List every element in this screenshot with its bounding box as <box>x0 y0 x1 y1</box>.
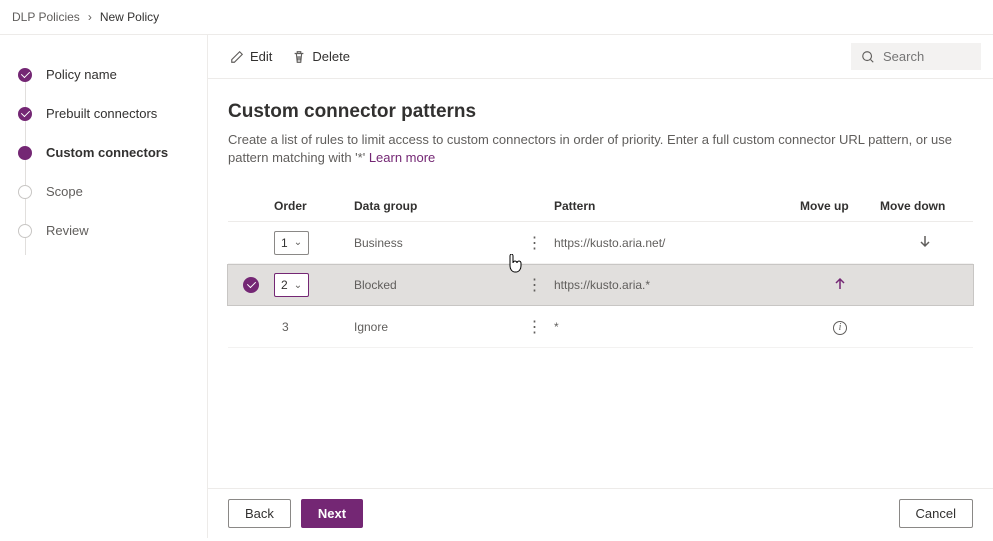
move-up-button[interactable] <box>800 276 880 295</box>
nav-step-label: Review <box>46 223 89 238</box>
delete-label: Delete <box>312 49 350 64</box>
edit-label: Edit <box>250 49 272 64</box>
breadcrumb-current: New Policy <box>100 10 159 24</box>
nav-step-label: Policy name <box>46 67 117 82</box>
edit-icon <box>230 50 244 64</box>
next-button[interactable]: Next <box>301 499 363 528</box>
check-icon <box>18 68 32 82</box>
order-dropdown[interactable]: 2 ⌄ <box>274 273 309 297</box>
nav-step-scope[interactable]: Scope <box>12 172 199 211</box>
table-row[interactable]: 3 Ignore ⋮ * i <box>228 306 973 348</box>
more-options-button[interactable]: ⋮ <box>514 275 554 295</box>
table-row[interactable]: 2 ⌄ Blocked ⋮ https://kusto.aria.* <box>227 264 974 306</box>
pending-step-icon <box>18 224 32 238</box>
col-move-up[interactable]: Move up <box>800 199 880 213</box>
delete-button[interactable]: Delete <box>282 43 360 70</box>
nav-step-prebuilt-connectors[interactable]: Prebuilt connectors <box>12 94 199 133</box>
delete-icon <box>292 50 306 64</box>
main-content: Custom connector patterns Create a list … <box>208 79 993 488</box>
table-row[interactable]: 1 ⌄ Business ⋮ https://kusto.aria.net/ <box>228 222 973 264</box>
wizard-side-nav: Policy name Prebuilt connectors Custom c… <box>0 35 208 538</box>
cancel-button[interactable]: Cancel <box>899 499 973 528</box>
nav-step-review[interactable]: Review <box>12 211 199 250</box>
breadcrumb-parent[interactable]: DLP Policies <box>12 10 80 24</box>
command-bar: Edit Delete <box>208 35 993 79</box>
nav-step-label: Custom connectors <box>46 145 168 160</box>
edit-button[interactable]: Edit <box>220 43 282 70</box>
more-options-button[interactable]: ⋮ <box>514 233 554 253</box>
patterns-table: Order Data group Pattern Move up Move do… <box>228 191 973 348</box>
search-icon <box>861 50 875 64</box>
desc-text: Create a list of rules to limit access t… <box>228 132 952 165</box>
table-header-row: Order Data group Pattern Move up Move do… <box>228 191 973 222</box>
order-value: 2 <box>281 278 288 292</box>
order-dropdown[interactable]: 1 ⌄ <box>274 231 309 255</box>
search-input[interactable] <box>883 49 963 64</box>
nav-step-label: Scope <box>46 184 83 199</box>
col-data-group[interactable]: Data group <box>354 199 514 213</box>
data-group-cell: Ignore <box>354 320 514 334</box>
order-value: 1 <box>281 236 288 250</box>
order-value: 3 <box>274 320 289 334</box>
learn-more-link[interactable]: Learn more <box>369 150 435 165</box>
pattern-cell: https://kusto.aria.net/ <box>554 236 800 250</box>
move-down-button[interactable] <box>880 233 970 252</box>
chevron-down-icon: ⌄ <box>294 280 302 291</box>
col-move-down[interactable]: Move down <box>880 199 970 213</box>
more-options-button[interactable]: ⋮ <box>514 317 554 337</box>
arrow-down-icon <box>917 233 933 249</box>
pattern-cell: * <box>554 320 800 334</box>
pattern-cell: https://kusto.aria.* <box>554 278 800 292</box>
nav-step-custom-connectors[interactable]: Custom connectors <box>12 133 199 172</box>
row-selected-check-icon[interactable] <box>243 277 259 293</box>
wizard-footer: Back Next Cancel <box>208 488 993 538</box>
pending-step-icon <box>18 185 32 199</box>
chevron-down-icon: ⌄ <box>294 237 302 248</box>
nav-step-policy-name[interactable]: Policy name <box>12 55 199 94</box>
page-title: Custom connector patterns <box>228 101 973 123</box>
breadcrumb: DLP Policies › New Policy <box>0 0 993 35</box>
search-box[interactable] <box>851 43 981 70</box>
info-icon[interactable]: i <box>833 321 847 335</box>
back-button[interactable]: Back <box>228 499 291 528</box>
nav-step-label: Prebuilt connectors <box>46 106 157 121</box>
col-order[interactable]: Order <box>274 199 354 213</box>
data-group-cell: Blocked <box>354 278 514 292</box>
content-pane: Edit Delete Custom connector patterns Cr… <box>208 35 993 538</box>
data-group-cell: Business <box>354 236 514 250</box>
page-description: Create a list of rules to limit access t… <box>228 131 968 167</box>
breadcrumb-separator: › <box>88 10 92 24</box>
check-icon <box>18 107 32 121</box>
current-step-icon <box>18 146 32 160</box>
col-pattern[interactable]: Pattern <box>554 199 800 213</box>
arrow-up-icon <box>832 276 848 292</box>
